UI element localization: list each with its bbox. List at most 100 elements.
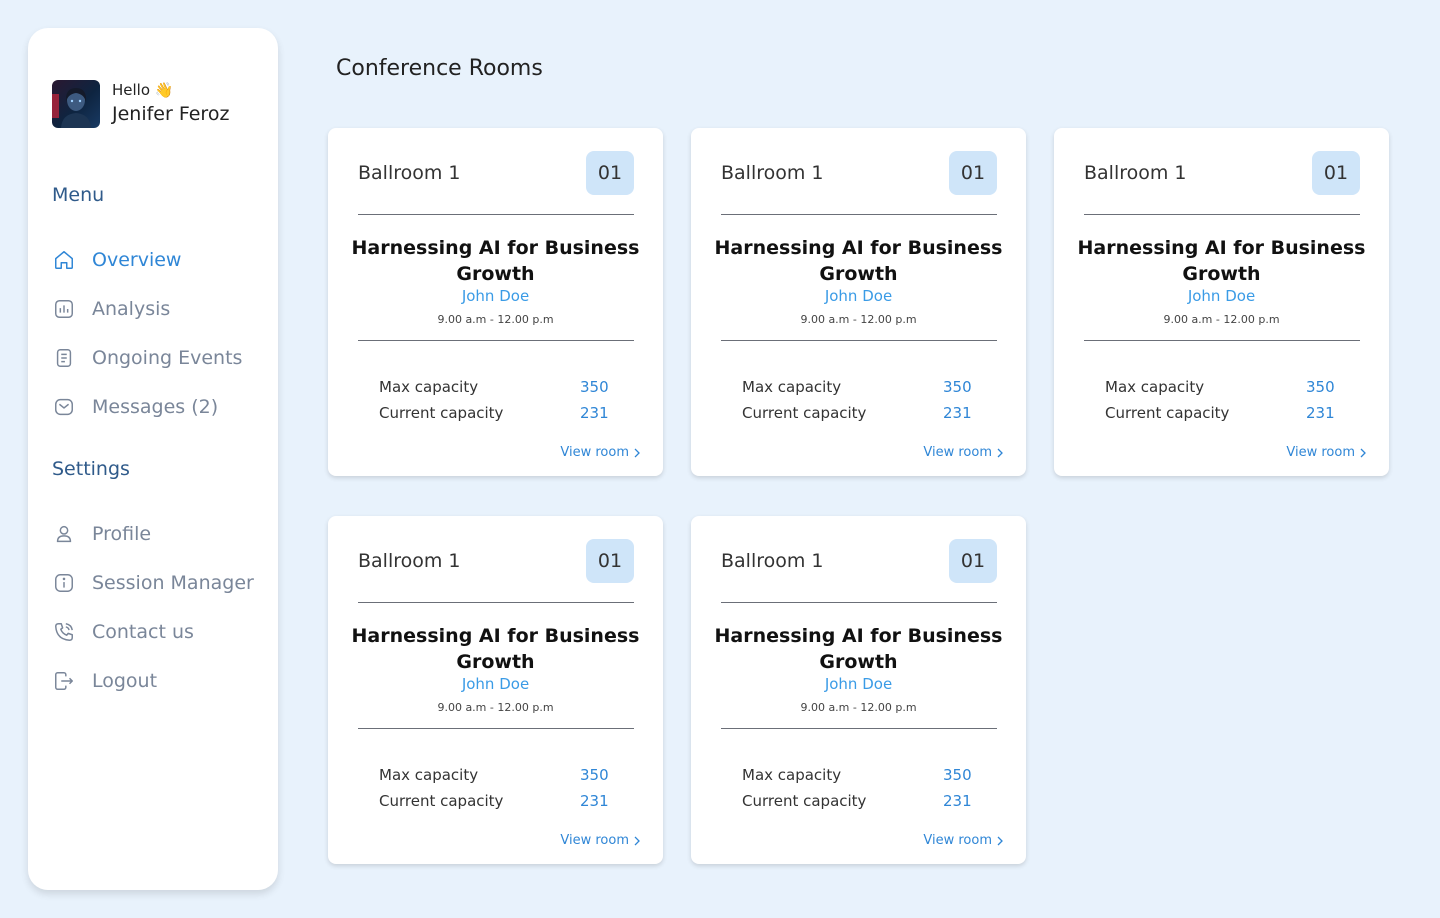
sidebar-item-session-manager[interactable]: Session Manager bbox=[52, 569, 254, 597]
max-capacity-label: Max capacity bbox=[379, 766, 479, 784]
mail-icon bbox=[52, 395, 76, 419]
view-room-label: View room bbox=[560, 445, 629, 460]
menu-title: Menu bbox=[52, 184, 105, 206]
user-name: Jenifer Feroz bbox=[112, 103, 230, 125]
current-capacity-value: 231 bbox=[1306, 404, 1335, 422]
sidebar-item-label: Contact us bbox=[92, 621, 194, 643]
divider bbox=[721, 728, 997, 729]
max-capacity-value: 350 bbox=[580, 766, 609, 784]
divider bbox=[358, 340, 634, 341]
view-room-link[interactable]: View room bbox=[560, 833, 641, 848]
current-capacity-label: Current capacity bbox=[1105, 404, 1230, 422]
event-title: Harnessing AI for Business Growth bbox=[351, 625, 640, 673]
chevron-right-icon bbox=[1359, 448, 1367, 458]
sidebar-item-label: Profile bbox=[92, 523, 152, 545]
sidebar-item-profile[interactable]: Profile bbox=[52, 520, 151, 548]
event-time: 9.00 a.m - 12.00 p.m bbox=[800, 701, 917, 714]
room-name: Ballroom 1 bbox=[358, 162, 461, 184]
view-room-label: View room bbox=[560, 833, 629, 848]
event-host: John Doe bbox=[461, 287, 530, 305]
max-capacity-label: Max capacity bbox=[742, 766, 842, 784]
sidebar-item-label: Messages (2) bbox=[92, 396, 219, 418]
sidebar: Hello 👋 Jenifer Feroz Menu Overview Anal… bbox=[28, 28, 278, 890]
room-name: Ballroom 1 bbox=[721, 550, 824, 572]
current-capacity-value: 231 bbox=[943, 792, 972, 810]
chevron-right-icon bbox=[633, 448, 641, 458]
view-room-link[interactable]: View room bbox=[923, 833, 1004, 848]
event-host: John Doe bbox=[1187, 287, 1256, 305]
chevron-right-icon bbox=[996, 836, 1004, 846]
sidebar-item-label: Logout bbox=[92, 670, 158, 692]
sidebar-item-contact-us[interactable]: Contact us bbox=[52, 618, 194, 646]
divider bbox=[721, 340, 997, 341]
sidebar-item-label: Overview bbox=[92, 249, 182, 271]
room-number-badge: 01 bbox=[586, 151, 634, 195]
page-title: Conference Rooms bbox=[336, 56, 543, 81]
current-capacity-label: Current capacity bbox=[379, 792, 504, 810]
event-host: John Doe bbox=[824, 675, 893, 693]
chart-icon bbox=[52, 297, 76, 321]
event-title: Harnessing AI for Business Growth bbox=[714, 625, 1003, 673]
max-capacity-label: Max capacity bbox=[1105, 378, 1205, 396]
divider bbox=[1084, 340, 1360, 341]
settings-title: Settings bbox=[52, 458, 130, 480]
current-capacity-label: Current capacity bbox=[742, 404, 867, 422]
event-host: John Doe bbox=[461, 675, 530, 693]
max-capacity-value: 350 bbox=[943, 378, 972, 396]
divider bbox=[721, 214, 997, 215]
room-number-badge: 01 bbox=[586, 539, 634, 583]
event-time: 9.00 a.m - 12.00 p.m bbox=[800, 313, 917, 326]
room-name: Ballroom 1 bbox=[1084, 162, 1187, 184]
divider bbox=[1084, 214, 1360, 215]
divider bbox=[358, 602, 634, 603]
sidebar-item-logout[interactable]: Logout bbox=[52, 667, 157, 695]
sidebar-item-label: Analysis bbox=[92, 298, 171, 320]
info-icon bbox=[52, 571, 76, 595]
event-time: 9.00 a.m - 12.00 p.m bbox=[1163, 313, 1280, 326]
room-card: Ballroom 1 01 Harnessing AI for Business… bbox=[328, 128, 663, 476]
sidebar-item-messages[interactable]: Messages (2) bbox=[52, 393, 218, 421]
view-room-link[interactable]: View room bbox=[1286, 445, 1367, 460]
sidebar-item-label: Session Manager bbox=[92, 572, 254, 594]
event-time: 9.00 a.m - 12.00 p.m bbox=[437, 313, 554, 326]
view-room-label: View room bbox=[923, 833, 992, 848]
event-title: Harnessing AI for Business Growth bbox=[351, 237, 640, 285]
room-card: Ballroom 1 01 Harnessing AI for Business… bbox=[328, 516, 663, 864]
room-card: Ballroom 1 01 Harnessing AI for Business… bbox=[691, 516, 1026, 864]
user-profile[interactable]: Hello 👋 Jenifer Feroz bbox=[52, 80, 229, 128]
current-capacity-value: 231 bbox=[580, 404, 609, 422]
view-room-label: View room bbox=[1286, 445, 1355, 460]
event-title: Harnessing AI for Business Growth bbox=[714, 237, 1003, 285]
current-capacity-label: Current capacity bbox=[742, 792, 867, 810]
phone-icon bbox=[52, 620, 76, 644]
sidebar-item-label: Ongoing Events bbox=[92, 347, 243, 369]
chevron-right-icon bbox=[633, 836, 641, 846]
greeting-text: Hello 👋 bbox=[112, 81, 174, 99]
avatar bbox=[52, 80, 100, 128]
view-room-link[interactable]: View room bbox=[560, 445, 641, 460]
view-room-label: View room bbox=[923, 445, 992, 460]
current-capacity-value: 231 bbox=[580, 792, 609, 810]
current-capacity-label: Current capacity bbox=[379, 404, 504, 422]
max-capacity-value: 350 bbox=[1306, 378, 1335, 396]
event-host: John Doe bbox=[824, 287, 893, 305]
event-title: Harnessing AI for Business Growth bbox=[1077, 237, 1366, 285]
sidebar-item-overview[interactable]: Overview bbox=[52, 246, 181, 274]
max-capacity-label: Max capacity bbox=[742, 378, 842, 396]
divider bbox=[358, 214, 634, 215]
room-number-badge: 01 bbox=[949, 151, 997, 195]
room-card: Ballroom 1 01 Harnessing AI for Business… bbox=[1054, 128, 1389, 476]
sidebar-item-analysis[interactable]: Analysis bbox=[52, 295, 170, 323]
view-room-link[interactable]: View room bbox=[923, 445, 1004, 460]
event-time: 9.00 a.m - 12.00 p.m bbox=[437, 701, 554, 714]
divider bbox=[721, 602, 997, 603]
document-icon bbox=[52, 346, 76, 370]
logout-icon bbox=[52, 669, 76, 693]
sidebar-item-ongoing-events[interactable]: Ongoing Events bbox=[52, 344, 242, 372]
home-icon bbox=[52, 248, 76, 272]
chevron-right-icon bbox=[996, 448, 1004, 458]
room-name: Ballroom 1 bbox=[721, 162, 824, 184]
room-card: Ballroom 1 01 Harnessing AI for Business… bbox=[691, 128, 1026, 476]
max-capacity-value: 350 bbox=[943, 766, 972, 784]
room-name: Ballroom 1 bbox=[358, 550, 461, 572]
